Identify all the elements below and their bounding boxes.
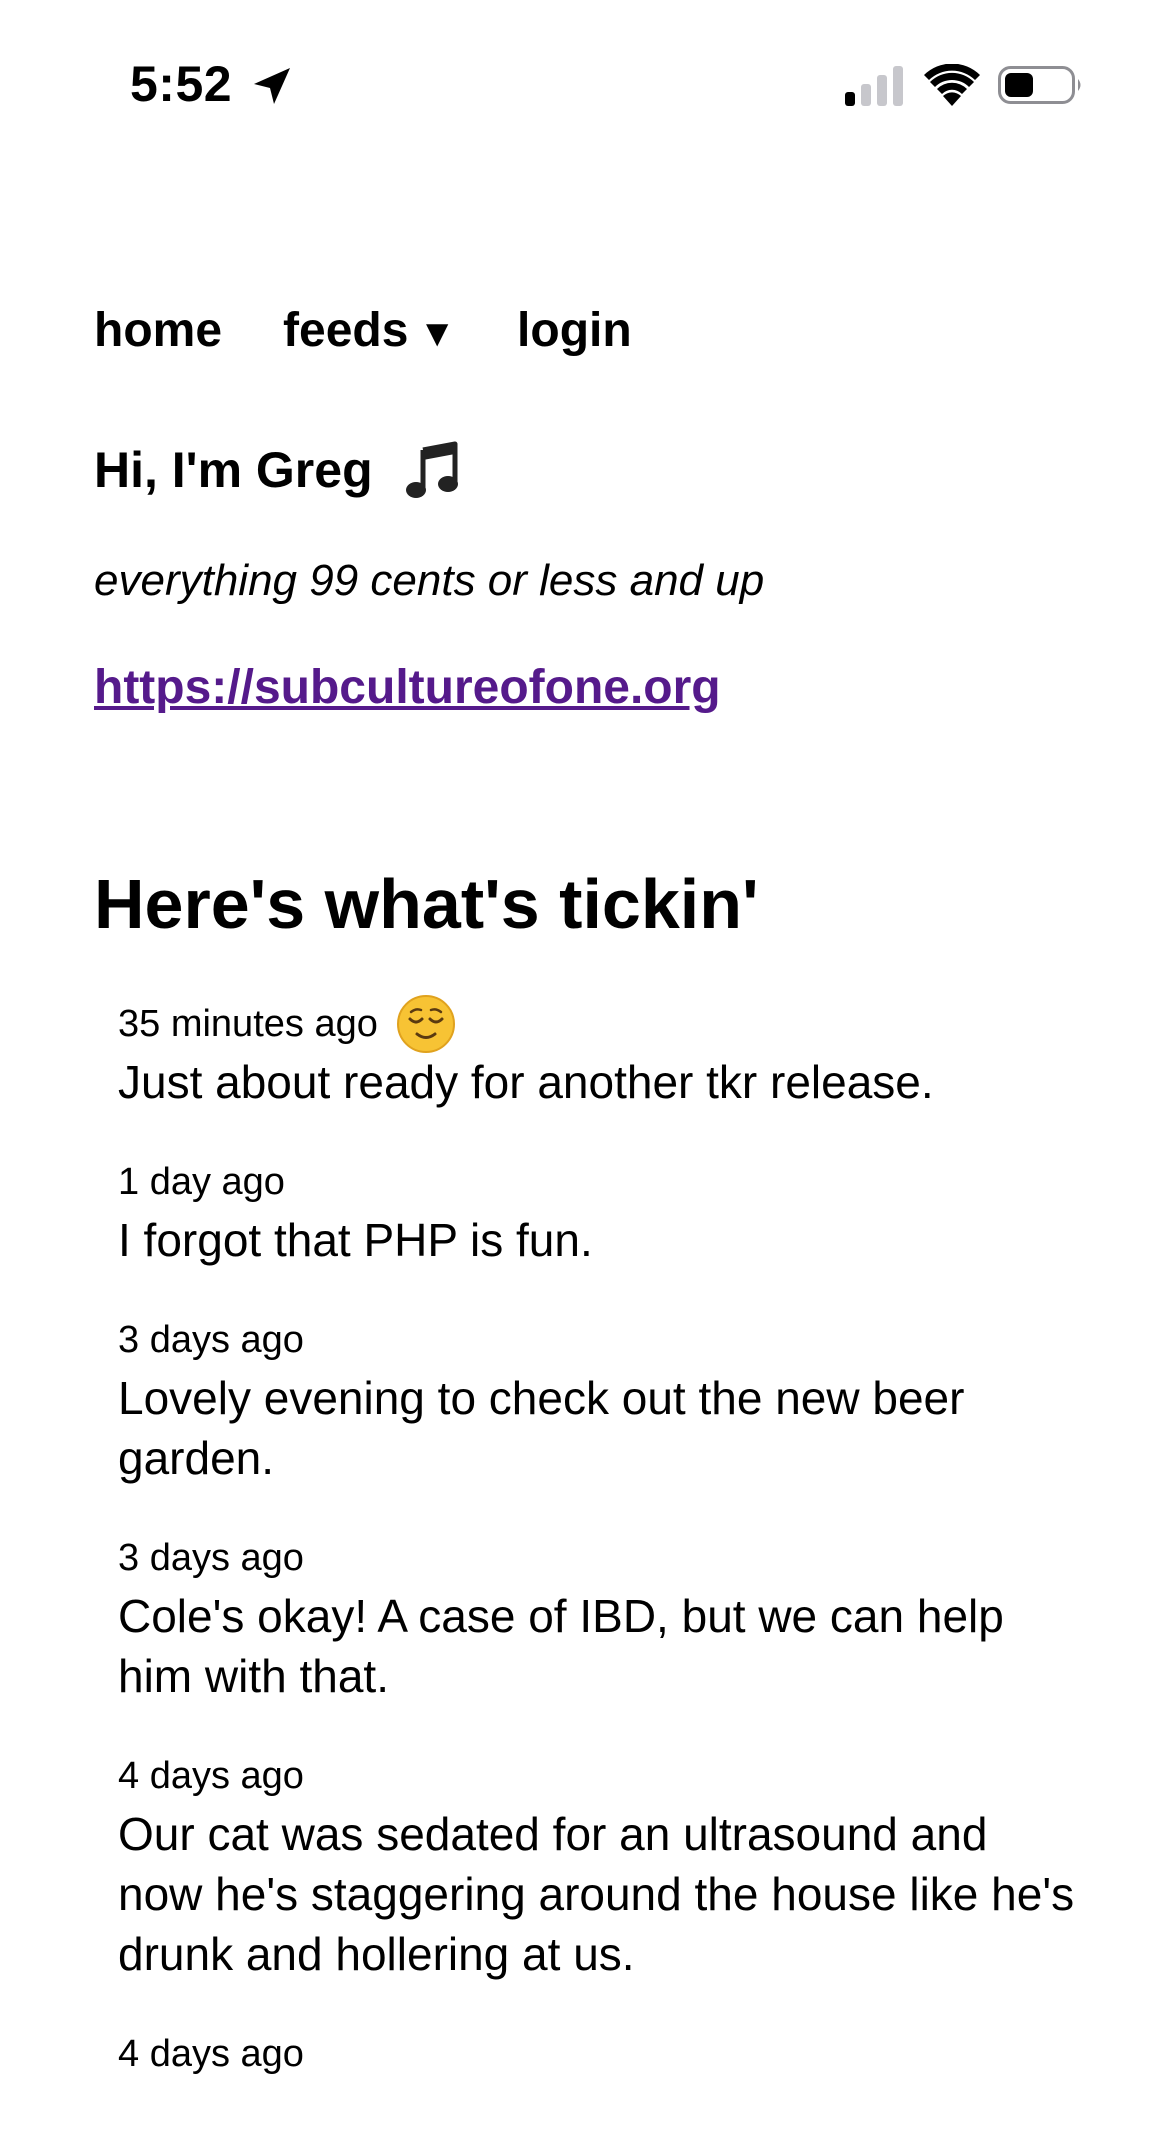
feed-text: Our cat was sedated for an ultrasound an…	[118, 1808, 1075, 1980]
feed-text: Cole's okay! A case of IBD, but we can h…	[118, 1590, 1004, 1702]
feed-item: 1 day ago I forgot that PHP is fun.	[118, 1158, 1078, 1270]
main-nav: home feeds ▼ login	[94, 300, 693, 360]
feed-timestamp: 3 days ago	[118, 1319, 304, 1361]
feed-list: 35 minutes ago Just about ready for anot…	[118, 995, 1078, 2124]
feed-timestamp: 3 days ago	[118, 1537, 304, 1579]
chevron-down-icon: ▼	[418, 312, 457, 355]
feed-timestamp-text: 35 minutes ago	[118, 1003, 378, 1045]
wifi-icon	[924, 64, 980, 106]
nav-login-link[interactable]: login	[517, 303, 632, 358]
feed-item: 4 days ago Our cat was sedated for an ul…	[118, 1752, 1078, 1984]
greeting-text: Hi, I'm Greg	[94, 442, 373, 498]
feed-heading: Here's what's tickin'	[94, 865, 759, 943]
feed-timestamp: 4 days ago	[118, 2033, 304, 2075]
feed-item: 35 minutes ago Just about ready for anot…	[118, 995, 1078, 1112]
feed-text: I forgot that PHP is fun.	[118, 1214, 593, 1266]
feed-item: 3 days ago Cole's okay! A case of IBD, b…	[118, 1534, 1078, 1706]
feed-text: Just about ready for another tkr release…	[118, 1056, 934, 1108]
battery-icon	[998, 66, 1081, 104]
status-bar: 5:52	[0, 0, 1173, 170]
feed-item: 3 days ago Lovely evening to check out t…	[118, 1316, 1078, 1488]
homepage-link[interactable]: https://subcultureofone.org	[94, 658, 721, 718]
feed-text: Lovely evening to check out the new beer…	[118, 1372, 965, 1484]
page-greeting: Hi, I'm Greg	[94, 440, 461, 504]
feed-timestamp: 35 minutes ago	[118, 995, 1078, 1053]
nav-home-link[interactable]: home	[94, 303, 222, 358]
nav-feeds-label: feeds	[283, 303, 409, 357]
location-arrow-icon	[254, 68, 290, 104]
relieved-face-icon	[396, 995, 455, 1053]
status-time: 5:52	[130, 56, 233, 112]
feed-timestamp: 1 day ago	[118, 1161, 285, 1203]
feed-timestamp: 4 days ago	[118, 1755, 304, 1797]
profile-tagline: everything 99 cents or less and up	[94, 556, 765, 605]
cellular-signal-icon	[845, 66, 903, 106]
feed-item: 4 days ago	[118, 2030, 1078, 2078]
music-note-icon	[405, 441, 458, 498]
nav-feeds-dropdown[interactable]: feeds ▼	[283, 303, 456, 358]
